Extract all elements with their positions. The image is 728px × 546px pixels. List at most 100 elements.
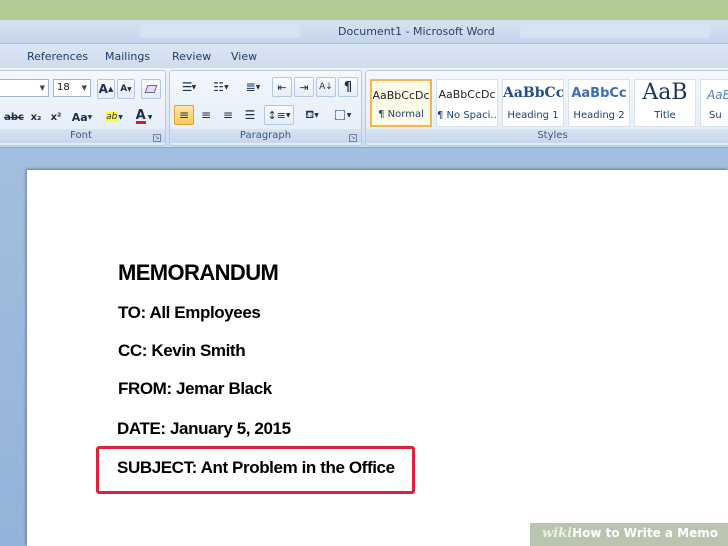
grow-font-label: A <box>98 82 108 96</box>
shading-button[interactable]: ⛾ ▼ <box>298 105 326 125</box>
decrease-indent-button[interactable]: ⇤ <box>272 77 292 97</box>
wikihow-watermark: wikiHow to Write a Memo <box>530 523 728 546</box>
style-name: Title <box>654 110 676 121</box>
memo-from-line: FROM: Jemar Black <box>118 379 272 398</box>
sort-button[interactable]: A↓ <box>316 77 336 97</box>
chevron-down-icon: ▼ <box>314 111 319 119</box>
align-left-icon: ≡ <box>178 108 190 122</box>
memo-cc-line: CC: Kevin Smith <box>118 341 246 360</box>
grow-font-button[interactable]: A ▲ <box>97 79 115 99</box>
align-left-button[interactable]: ≡ <box>174 105 194 125</box>
style-preview: AaBbCc <box>571 86 627 101</box>
multilevel-list-icon: ≣ <box>245 80 256 94</box>
change-case-label: Aa <box>71 110 88 124</box>
caret-up-icon: ▲ <box>107 85 114 93</box>
chevron-down-icon: ▼ <box>118 113 123 121</box>
highlight-color-button[interactable]: ab ▼ <box>101 107 127 127</box>
styles-group: AaBbCcDc ¶ Normal AaBbCcDc ¶ No Spaci...… <box>365 70 728 146</box>
background-window-tab <box>520 24 710 38</box>
font-color-label: A <box>135 108 146 124</box>
border-grid-icon <box>334 110 345 120</box>
font-group-label: Font <box>0 129 165 143</box>
bullets-button[interactable]: ☰ ▼ <box>174 77 204 97</box>
style-preview: AaBb <box>707 88 728 102</box>
style-name: Heading 2 <box>573 110 625 121</box>
style-title[interactable]: AaB Title <box>634 79 696 127</box>
chevron-down-icon: ▼ <box>255 83 261 91</box>
superscript-button[interactable]: x² <box>47 107 65 127</box>
line-spacing-button[interactable]: ↕≡ ▼ <box>264 105 294 125</box>
font-name-combo[interactable]: ▼ <box>0 79 49 97</box>
increase-indent-button[interactable]: ⇥ <box>294 77 314 97</box>
shrink-font-label: A <box>120 84 128 94</box>
font-dialog-launcher-icon[interactable]: ↘ <box>153 134 161 142</box>
style-no-spacing[interactable]: AaBbCcDc ¶ No Spaci... <box>436 79 498 127</box>
paragraph-group: ☰ ▼ ☷ ▼ ≣ ▼ ⇤ ⇥ A↓ ¶ ≡ ≡ ≡ ☰ ↕≡ ▼ ⛾ ▼ ▼ … <box>169 70 362 146</box>
bullet-list-icon: ☰ <box>181 80 193 94</box>
memo-title: MEMORANDUM <box>118 260 279 285</box>
strikethrough-label: abc <box>4 111 24 123</box>
styles-group-label: Styles <box>366 129 728 143</box>
align-right-button[interactable]: ≡ <box>218 105 238 125</box>
tab-mailings[interactable]: Mailings <box>105 50 150 63</box>
font-size-value: 18 <box>57 82 70 93</box>
numbered-list-icon: ☷ <box>213 80 225 94</box>
font-color-button[interactable]: A ▼ <box>131 107 157 127</box>
tab-view[interactable]: View <box>231 50 257 63</box>
paragraph-dialog-launcher-icon[interactable]: ↘ <box>349 134 357 142</box>
memo-date-line: DATE: January 5, 2015 <box>117 419 291 438</box>
show-marks-button[interactable]: ¶ <box>338 77 358 97</box>
chevron-down-icon: ▼ <box>224 83 229 91</box>
chevron-down-icon: ▼ <box>87 113 93 121</box>
chevron-down-icon: ▼ <box>147 113 153 121</box>
watermark-wiki: wiki <box>542 526 573 541</box>
style-preview: AaB <box>642 80 688 105</box>
style-name: ¶ Normal <box>378 109 424 120</box>
style-heading-1[interactable]: AaBbCc Heading 1 <box>502 79 564 127</box>
subscript-button[interactable]: x₂ <box>27 107 45 127</box>
paragraph-group-label: Paragraph <box>170 129 361 143</box>
style-subtitle[interactable]: AaBb Su <box>700 79 728 127</box>
subscript-label: x₂ <box>30 111 42 123</box>
watermark-title: How to Write a Memo <box>572 526 718 540</box>
caret-down-icon: ▼ <box>127 85 132 93</box>
align-center-button[interactable]: ≡ <box>196 105 216 125</box>
style-preview: AaBbCc <box>503 85 564 101</box>
strikethrough-button[interactable]: abc <box>3 107 25 127</box>
change-case-button[interactable]: Aa ▼ <box>69 107 95 127</box>
style-preview: AaBbCcDc <box>438 88 496 101</box>
memo-to-line: TO: All Employees <box>118 303 261 322</box>
subject-highlight-box <box>96 446 415 494</box>
style-normal[interactable]: AaBbCcDc ¶ Normal <box>370 79 432 127</box>
frame-top-strip <box>0 0 728 20</box>
clear-formatting-button[interactable] <box>141 79 161 99</box>
outdent-icon: ⇤ <box>277 80 287 94</box>
tab-references[interactable]: References <box>27 50 88 63</box>
style-heading-2[interactable]: AaBbCc Heading 2 <box>568 79 630 127</box>
sort-icon: A↓ <box>319 82 333 92</box>
chevron-down-icon: ▼ <box>191 83 197 91</box>
chevron-down-icon: ▼ <box>346 111 352 119</box>
shrink-font-button[interactable]: A ▼ <box>117 79 135 99</box>
ribbon: ▼ 18▼ A▲ A▼ abc x₂ x² Aa▼ ab▼ A▼ F <box>0 68 728 148</box>
window-title: Document1 - Microsoft Word <box>338 25 495 38</box>
indent-icon: ⇥ <box>299 80 309 94</box>
align-center-icon: ≡ <box>200 108 212 122</box>
align-right-icon: ≡ <box>222 108 234 122</box>
font-size-combo[interactable]: 18 ▼ <box>53 79 91 97</box>
background-window-tab <box>140 24 300 38</box>
numbering-button[interactable]: ☷ ▼ <box>206 77 236 97</box>
eraser-icon <box>144 85 158 93</box>
justify-button[interactable]: ☰ <box>240 105 260 125</box>
font-group: ▼ 18▼ A▲ A▼ abc x₂ x² Aa▼ ab▼ A▼ F <box>0 70 166 146</box>
justify-icon: ☰ <box>244 108 256 122</box>
paint-bucket-icon: ⛾ <box>305 107 315 121</box>
ribbon-tabs: References Mailings Review View <box>0 44 728 68</box>
borders-button[interactable]: ▼ <box>328 105 358 125</box>
title-bar: Document1 - Microsoft Word <box>0 20 728 44</box>
highlight-label: ab <box>105 112 119 122</box>
superscript-label: x² <box>50 111 62 123</box>
style-preview: AaBbCcDc <box>372 89 430 102</box>
multilevel-list-button[interactable]: ≣ ▼ <box>238 77 268 97</box>
tab-review[interactable]: Review <box>172 50 211 63</box>
